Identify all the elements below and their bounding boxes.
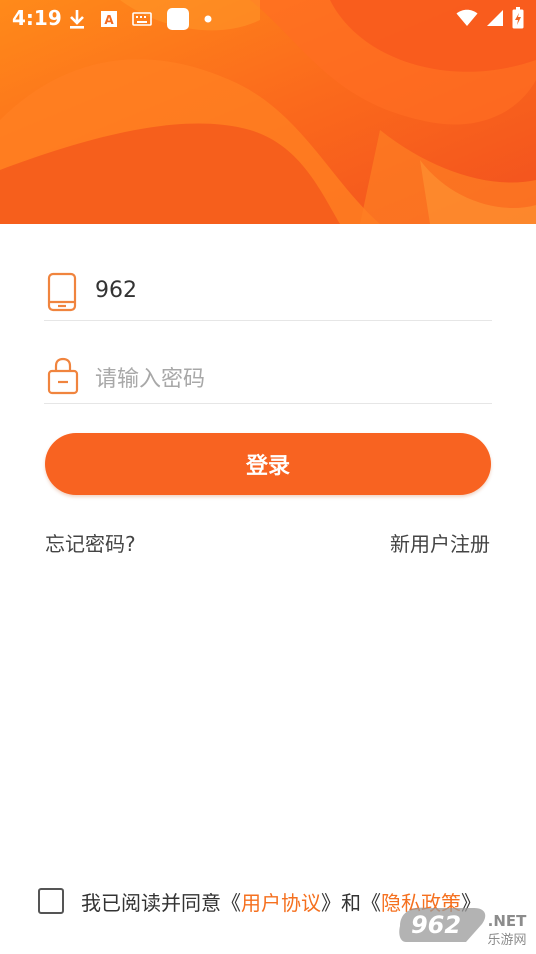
system-icons <box>456 7 524 29</box>
wifi-icon <box>456 9 478 26</box>
square-app-icon <box>167 8 189 30</box>
dot-icon <box>204 15 212 23</box>
keyboard-icon <box>132 12 152 26</box>
signal-icon <box>487 10 503 26</box>
battery-charging-icon <box>512 7 524 29</box>
agreement-prefix: 我已阅读并同意 <box>81 890 221 915</box>
svg-text:A: A <box>104 13 114 27</box>
register-link[interactable]: 新用户注册 <box>390 528 490 557</box>
login-button[interactable]: 登录 <box>45 433 491 495</box>
download-icon <box>70 10 84 29</box>
bracket-open: 《 <box>221 890 241 915</box>
bracket-close: 》 <box>321 890 341 915</box>
watermark-graphic: 962 .NET 乐游网 <box>399 907 527 948</box>
password-input[interactable]: 请输入密码 <box>95 361 205 393</box>
phone-icon <box>47 272 77 312</box>
user-agreement-link[interactable]: 用户协议 <box>241 887 321 916</box>
lock-icon <box>47 357 79 395</box>
watermark-suffix: .NET <box>488 912 527 930</box>
watermark-logo: 962 .NET 乐游网 <box>396 902 532 948</box>
bracket-open: 《 <box>361 890 381 915</box>
text-a-icon: A <box>101 11 117 27</box>
agreement-checkbox[interactable] <box>38 888 64 914</box>
watermark-subtitle: 乐游网 <box>487 933 526 948</box>
phone-input[interactable]: 962 <box>95 278 137 303</box>
watermark-number: 962 <box>411 911 461 939</box>
status-time: 4:19 <box>12 6 62 30</box>
notification-icons: A <box>68 7 212 31</box>
status-bar: 4:19 A <box>0 0 536 36</box>
phone-field[interactable]: 962 <box>44 264 492 321</box>
password-field[interactable]: 请输入密码 <box>44 347 492 404</box>
agreement-and: 和 <box>341 890 361 915</box>
forgot-password-link[interactable]: 忘记密码? <box>45 528 136 557</box>
